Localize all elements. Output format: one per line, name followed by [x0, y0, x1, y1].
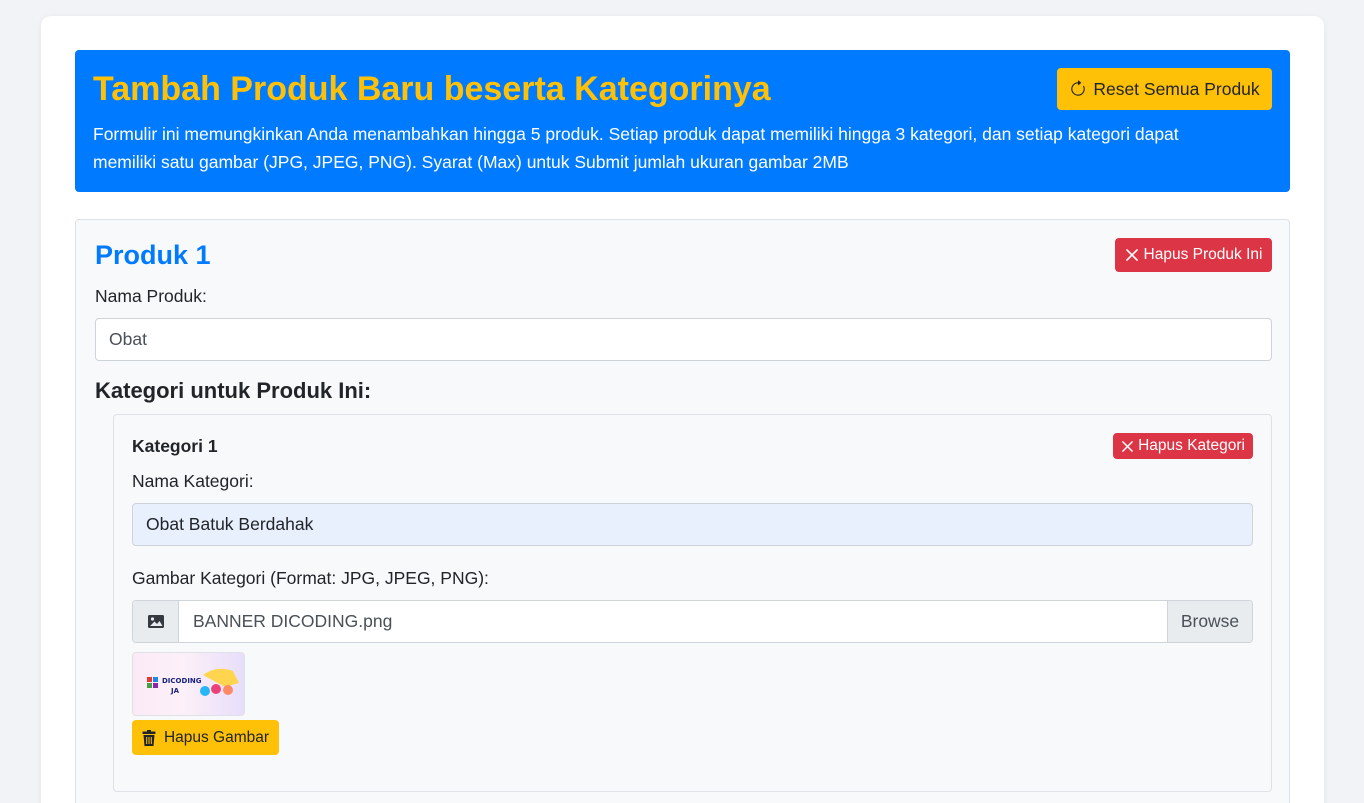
delete-product-label: Hapus Produk Ini	[1143, 246, 1263, 263]
category-name-label: Nama Kategori:	[132, 471, 254, 491]
product-title: Produk 1	[95, 240, 211, 270]
banner-thumbnail-graphic: DICODING JA	[147, 668, 239, 696]
selected-file-name: BANNER DICODING.png	[193, 611, 393, 631]
trash-icon	[142, 729, 156, 746]
close-icon	[1122, 440, 1133, 452]
reset-all-products-button[interactable]: Reset Semua Produk	[1057, 68, 1272, 110]
delete-image-label: Hapus Gambar	[163, 728, 270, 746]
category-card: Kategori 1 Hapus Kategori Nama Kategori:…	[113, 414, 1272, 792]
delete-product-button[interactable]: Hapus Produk Ini	[1115, 238, 1272, 272]
category-title: Kategori 1	[132, 436, 218, 456]
thumbnail-title-text: DICODING	[162, 677, 202, 685]
product-card: Produk 1 Hapus Produk Ini Nama Produk: O…	[75, 219, 1290, 803]
browse-button[interactable]: Browse	[1167, 601, 1252, 642]
image-icon	[147, 615, 164, 628]
category-image-preview: DICODING JA	[132, 652, 245, 716]
delete-category-label: Hapus Kategori	[1138, 437, 1245, 454]
redo-icon	[1071, 80, 1086, 96]
category-image-label: Gambar Kategori (Format: JPG, JPEG, PNG)…	[132, 568, 489, 588]
delete-category-button[interactable]: Hapus Kategori	[1113, 433, 1253, 459]
product-name-input[interactable]: Obat	[95, 318, 1272, 361]
form-card: Tambah Produk Baru beserta Kategorinya F…	[41, 16, 1324, 803]
categories-heading: Kategori untuk Produk Ini:	[95, 378, 372, 403]
close-icon	[1125, 249, 1138, 261]
page-title: Tambah Produk Baru beserta Kategorinya	[93, 70, 771, 108]
thumbnail-subtitle-text: JA	[170, 687, 180, 695]
delete-image-button[interactable]: Hapus Gambar	[132, 720, 279, 755]
file-input-prefix	[133, 601, 179, 642]
product-name-label: Nama Produk:	[95, 286, 207, 306]
category-image-file-input[interactable]: BANNER DICODING.png Browse	[132, 600, 1253, 643]
category-name-input[interactable]: Obat Batuk Berdahak	[132, 503, 1253, 546]
header-banner: Tambah Produk Baru beserta Kategorinya F…	[75, 50, 1290, 192]
page-description: Formulir ini memungkinkan Anda menambahk…	[93, 124, 1179, 172]
reset-button-label: Reset Semua Produk	[1093, 78, 1260, 99]
